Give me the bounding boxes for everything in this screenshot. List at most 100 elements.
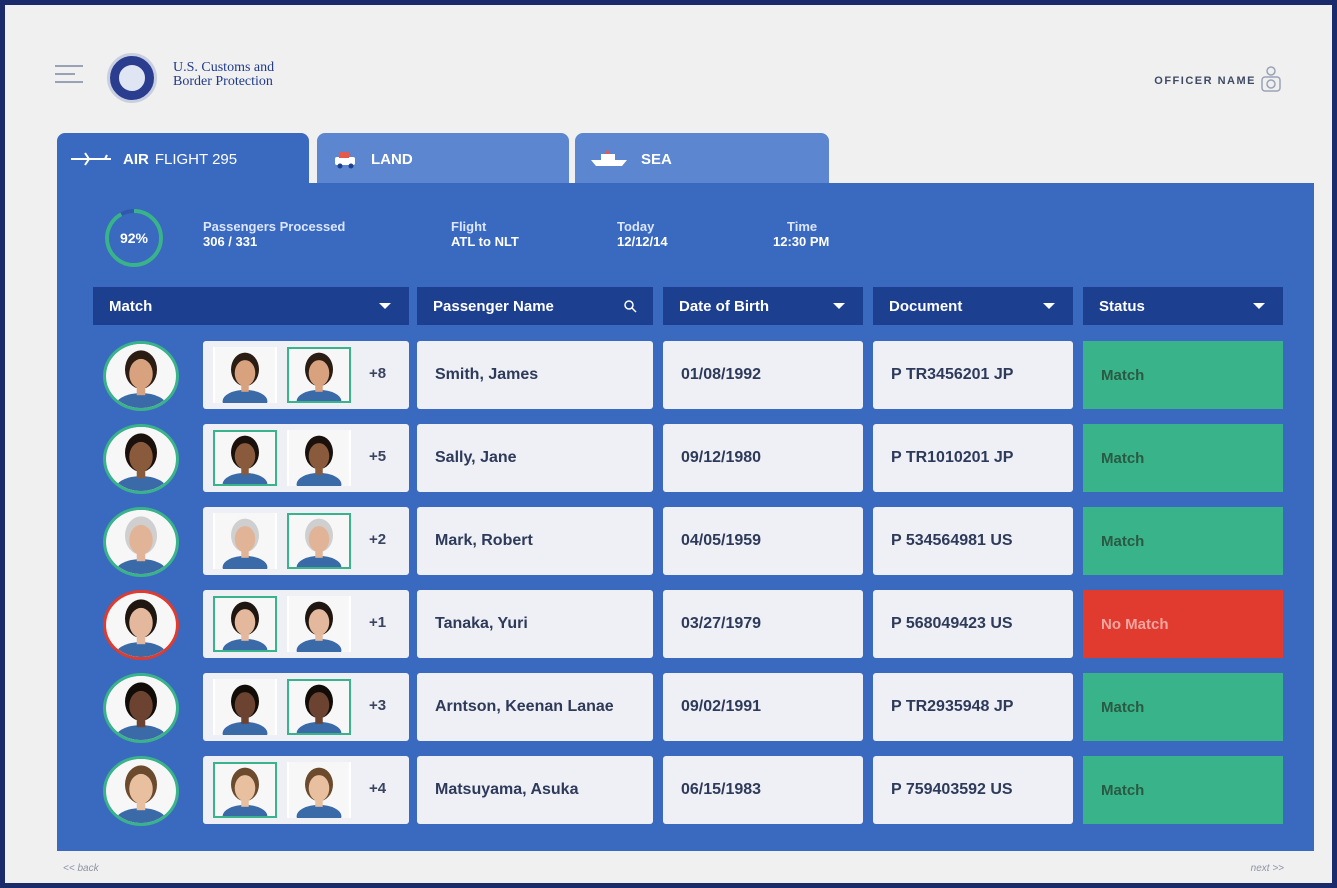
column-header-match[interactable]: Match <box>93 287 409 325</box>
back-link[interactable]: << back <box>63 863 99 874</box>
match-candidates[interactable]: +1 <box>203 590 409 658</box>
next-link[interactable]: next >> <box>1251 863 1284 874</box>
passenger-name: Arntson, Keenan Lanae <box>417 673 653 741</box>
date-of-birth: 09/02/1991 <box>663 673 863 741</box>
caret-down-icon <box>379 303 391 309</box>
tab-sea[interactable]: SEA <box>575 133 829 185</box>
candidate-photo[interactable] <box>213 596 277 652</box>
status-badge[interactable]: Match <box>1083 756 1283 824</box>
document-header-label: Document <box>889 297 963 315</box>
passenger-row[interactable]: +8 Smith, James 01/08/1992 P TR3456201 JP Ma… <box>57 341 1314 411</box>
status-header-label: Status <box>1099 297 1145 315</box>
column-header-passenger-name[interactable]: Passenger Name <box>417 287 653 325</box>
column-header-dob[interactable]: Date of Birth <box>663 287 863 325</box>
passenger-photo[interactable] <box>103 590 179 660</box>
column-header-document[interactable]: Document <box>873 287 1073 325</box>
passenger-name: Matsuyama, Asuka <box>417 756 653 824</box>
candidate-photo[interactable] <box>287 596 351 652</box>
candidate-photo[interactable] <box>287 679 351 735</box>
passenger-name-header-label: Passenger Name <box>433 297 554 315</box>
time-value: 12:30 PM <box>773 234 830 249</box>
document-number: P 759403592 US <box>873 756 1073 824</box>
date-of-birth: 03/27/1979 <box>663 590 863 658</box>
today-value: 12/12/14 <box>617 234 668 249</box>
candidate-photo[interactable] <box>213 762 277 818</box>
passenger-row[interactable]: +3 Arntson, Keenan Lanae 09/02/1991 P TR293… <box>57 673 1314 743</box>
match-candidates[interactable]: +2 <box>203 507 409 575</box>
candidate-photo[interactable] <box>287 347 351 403</box>
today-label: Today <box>617 219 655 234</box>
tab-air-flight: FLIGHT 295 <box>154 150 238 168</box>
top-header: U.S. Customs and Border Protection OFFIC… <box>5 5 1332 115</box>
document-number: P 568049423 US <box>873 590 1073 658</box>
match-candidates[interactable]: +8 <box>203 341 409 409</box>
passenger-row[interactable]: +5 Sally, Jane 09/12/1980 P TR1010201 JP Mat… <box>57 424 1314 494</box>
car-icon <box>331 149 359 169</box>
agency-seal-icon <box>107 53 157 103</box>
stat-today: Today 12/12/14 <box>617 219 668 249</box>
passenger-name: Smith, James <box>417 341 653 409</box>
date-of-birth: 06/15/1983 <box>663 756 863 824</box>
search-icon[interactable] <box>623 299 637 313</box>
candidate-photo[interactable] <box>287 513 351 569</box>
progress-percent: 92% <box>119 230 149 246</box>
agency-name: U.S. Customs and Border Protection <box>173 61 274 89</box>
match-candidates[interactable]: +3 <box>203 673 409 741</box>
status-badge[interactable]: No Match <box>1083 590 1283 658</box>
passenger-photo[interactable] <box>103 507 179 577</box>
document-number: P 534564981 US <box>873 507 1073 575</box>
candidate-photo[interactable] <box>213 347 277 403</box>
candidate-photo[interactable] <box>213 430 277 486</box>
passenger-photo[interactable] <box>103 673 179 743</box>
stat-flight: Flight ATL to NLT <box>451 219 519 249</box>
date-of-birth: 09/12/1980 <box>663 424 863 492</box>
more-candidates-count[interactable]: +3 <box>369 697 386 714</box>
stat-processed: Passengers Processed 306 / 331 <box>203 219 345 249</box>
officer-profile-icon[interactable] <box>1260 65 1282 93</box>
passenger-row[interactable]: +1 Tanaka, Yuri 03/27/1979 P 568049423 US No… <box>57 590 1314 660</box>
more-candidates-count[interactable]: +2 <box>369 531 386 548</box>
status-badge[interactable]: Match <box>1083 507 1283 575</box>
passenger-name: Sally, Jane <box>417 424 653 492</box>
caret-down-icon <box>1253 303 1265 309</box>
agency-line-2: Border Protection <box>173 74 273 89</box>
tab-sea-label: SEA <box>641 150 672 168</box>
candidate-photo[interactable] <box>287 430 351 486</box>
candidate-photo[interactable] <box>213 679 277 735</box>
passenger-row[interactable]: +4 Matsuyama, Asuka 06/15/1983 P 759403592 … <box>57 756 1314 826</box>
passenger-photo[interactable] <box>103 341 179 411</box>
caret-down-icon <box>833 303 845 309</box>
passenger-photo[interactable] <box>103 756 179 826</box>
passenger-photo[interactable] <box>103 424 179 494</box>
tab-air[interactable]: AIR FLIGHT 295 <box>57 133 309 185</box>
hamburger-menu-icon[interactable] <box>55 65 83 87</box>
status-badge[interactable]: Match <box>1083 424 1283 492</box>
processed-label: Passengers Processed <box>203 219 346 234</box>
caret-down-icon <box>1043 303 1055 309</box>
flight-label: Flight <box>451 219 487 234</box>
match-candidates[interactable]: +5 <box>203 424 409 492</box>
time-label: Time <box>787 219 818 234</box>
document-number: P TR3456201 JP <box>873 341 1073 409</box>
stat-time: Time 12:30 PM <box>773 219 829 249</box>
column-header-status[interactable]: Status <box>1083 287 1283 325</box>
status-badge[interactable]: Match <box>1083 673 1283 741</box>
dob-header-label: Date of Birth <box>679 297 769 315</box>
more-candidates-count[interactable]: +4 <box>369 780 386 797</box>
tab-land[interactable]: LAND <box>317 133 569 185</box>
processed-value: 306 / 331 <box>203 234 258 249</box>
passenger-panel: 92% Passengers Processed 306 / 331 Fligh… <box>57 183 1314 851</box>
more-candidates-count[interactable]: +5 <box>369 448 386 465</box>
officer-name[interactable]: OFFICER NAME <box>1154 75 1256 87</box>
status-badge[interactable]: Match <box>1083 341 1283 409</box>
tab-air-label: AIR <box>123 150 149 168</box>
candidate-photo[interactable] <box>287 762 351 818</box>
more-candidates-count[interactable]: +8 <box>369 365 386 382</box>
passenger-row[interactable]: +2 Mark, Robert 04/05/1959 P 534564981 US Ma… <box>57 507 1314 577</box>
candidate-photo[interactable] <box>213 513 277 569</box>
tab-land-label: LAND <box>371 150 413 168</box>
match-candidates[interactable]: +4 <box>203 756 409 824</box>
more-candidates-count[interactable]: +1 <box>369 614 386 631</box>
match-header-label: Match <box>109 297 153 315</box>
document-number: P TR2935948 JP <box>873 673 1073 741</box>
